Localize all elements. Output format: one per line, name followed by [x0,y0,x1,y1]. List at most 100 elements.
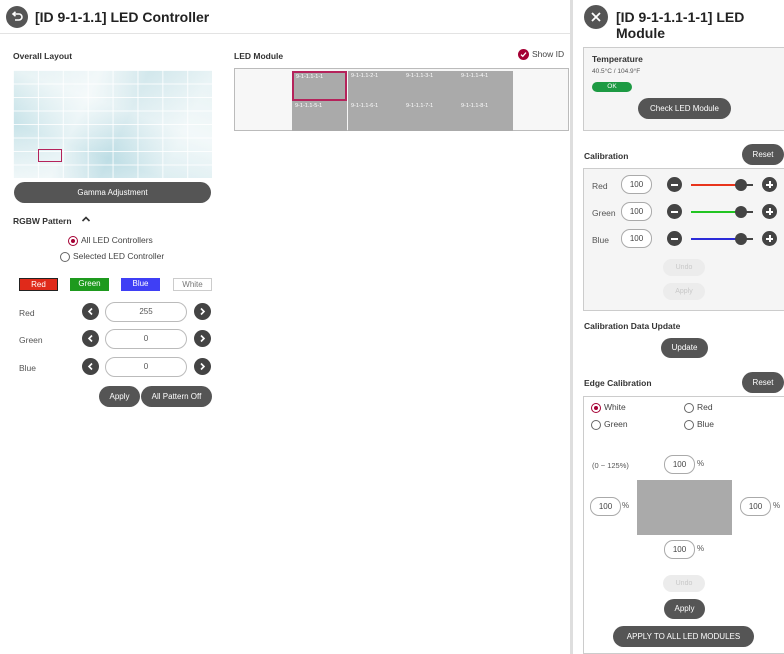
edge-radio-green[interactable]: Green [591,419,628,430]
cal-label-blue: Blue [592,235,610,245]
chevron-right-icon [200,362,206,371]
edge-radio-blue[interactable]: Blue [684,419,714,430]
led-module-label: LED Module [234,51,284,61]
radio-selected-label: Selected LED Controller [73,251,165,261]
module-cell[interactable]: 9-1-1.1-2-1 [348,71,403,101]
cal-blue-knob[interactable] [735,233,747,245]
channel-label-blue: Blue [19,363,37,373]
edge-green-label: Green [604,419,628,429]
chevron-up-icon[interactable] [81,215,91,225]
increase-blue-button[interactable] [194,358,211,375]
decrease-blue-button[interactable] [82,358,99,375]
module-preview [637,480,732,535]
swatch-red[interactable]: Red [19,278,58,291]
temperature-label: Temperature [592,54,643,64]
edge-left-input[interactable]: 100 [590,497,621,516]
update-button[interactable]: Update [661,338,708,358]
cal-red-plus-icon[interactable] [762,177,777,192]
page-title: [ID 9-1-1.1] LED Controller [35,9,210,25]
decrease-green-button[interactable] [82,330,99,347]
edge-undo-button[interactable]: Undo [663,575,705,592]
calibration-data-update-label: Calibration Data Update [584,321,681,331]
calibration-undo-button[interactable]: Undo [663,259,705,276]
cal-red-minus-icon[interactable] [667,177,682,192]
close-button[interactable] [584,5,608,29]
channel-label-red: Red [19,308,35,318]
show-id-toggle[interactable]: Show ID [518,49,564,61]
radio-indicator [591,402,601,413]
module-cell[interactable]: 9-1-1.1-4-1 [458,71,513,101]
status-badge: OK [592,82,632,92]
swatch-white[interactable]: White [173,278,212,291]
radio-indicator [684,402,694,413]
edge-left-percent: % [622,501,630,510]
cal-green-input[interactable]: 100 [621,202,652,221]
edge-bottom-input[interactable]: 100 [664,540,695,559]
module-cell[interactable]: 9-1-1.1-6-1 [348,101,403,131]
cal-blue-minus-icon[interactable] [667,231,682,246]
cal-label-green: Green [592,208,616,218]
led-module-grid: 9-1-1.1-1-1 9-1-1.1-2-1 9-1-1.1-3-1 9-1-… [234,68,569,131]
cal-label-red: Red [592,181,608,191]
apply-to-all-modules-button[interactable]: APPLY TO ALL LED MODULES [613,626,754,647]
layout-selection-box[interactable] [38,149,62,162]
increase-green-button[interactable] [194,330,211,347]
module-cell[interactable]: 9-1-1.1-1-1 [292,71,347,101]
swatch-green[interactable]: Green [70,278,109,291]
gamma-adjustment-button[interactable]: Gamma Adjustment [14,182,211,203]
red-value-field[interactable]: 255 [105,302,187,322]
cal-red-knob[interactable] [735,179,747,191]
calibration-label: Calibration [584,151,629,161]
increase-red-button[interactable] [194,303,211,320]
module-cell[interactable]: 9-1-1.1-5-1 [292,101,347,131]
cal-red-input[interactable]: 100 [621,175,652,194]
chevron-left-icon [87,334,93,343]
back-button[interactable] [6,6,28,28]
module-cell[interactable]: 9-1-1.1-3-1 [403,71,458,101]
chevron-right-icon [200,307,206,316]
calibration-reset-button[interactable]: Reset [742,144,784,165]
radio-all-label: All LED Controllers [81,235,153,245]
check-led-module-button[interactable]: Check LED Module [638,98,731,119]
radio-selected-controller[interactable]: Selected LED Controller [60,251,164,262]
edge-white-label: White [604,402,626,412]
cal-green-minus-icon[interactable] [667,204,682,219]
edge-radio-red[interactable]: Red [684,402,713,413]
radio-indicator [591,419,601,430]
edge-blue-label: Blue [697,419,715,429]
radio-indicator [60,251,70,262]
cal-blue-input[interactable]: 100 [621,229,652,248]
apply-pattern-button[interactable]: Apply [99,386,140,407]
edge-calibration-label: Edge Calibration [584,378,652,388]
edge-top-input[interactable]: 100 [664,455,695,474]
radio-indicator [68,235,78,246]
channel-label-green: Green [19,335,43,345]
rgbw-pattern-label: RGBW Pattern [13,216,72,226]
edge-right-input[interactable]: 100 [740,497,771,516]
cal-green-plus-icon[interactable] [762,204,777,219]
edge-radio-white[interactable]: White [591,402,626,413]
chevron-left-icon [87,362,93,371]
swatch-blue[interactable]: Blue [121,278,160,291]
edge-reset-button[interactable]: Reset [742,372,784,393]
module-title: [ID 9-1-1.1-1-1] LED Module [616,9,745,41]
calibration-apply-button[interactable]: Apply [663,283,705,300]
overall-layout-map[interactable] [13,70,212,178]
radio-all-controllers[interactable]: All LED Controllers [68,235,153,246]
temperature-value: 40.5°C / 104.9°F [592,68,641,75]
chevron-right-icon [200,334,206,343]
blue-value-field[interactable]: 0 [105,357,187,377]
back-arrow-icon [11,11,23,21]
chevron-left-icon [87,307,93,316]
green-value-field[interactable]: 0 [105,329,187,349]
edge-range-label: (0 ~ 125%) [592,461,629,470]
edge-apply-button[interactable]: Apply [664,599,705,619]
module-cell[interactable]: 9-1-1.1-8-1 [458,101,513,131]
module-cell[interactable]: 9-1-1.1-7-1 [403,101,458,131]
all-pattern-off-button[interactable]: All Pattern Off [141,386,212,407]
cal-green-knob[interactable] [735,206,747,218]
check-icon [518,49,529,61]
cal-blue-plus-icon[interactable] [762,231,777,246]
decrease-red-button[interactable] [82,303,99,320]
panel-divider [570,0,573,654]
